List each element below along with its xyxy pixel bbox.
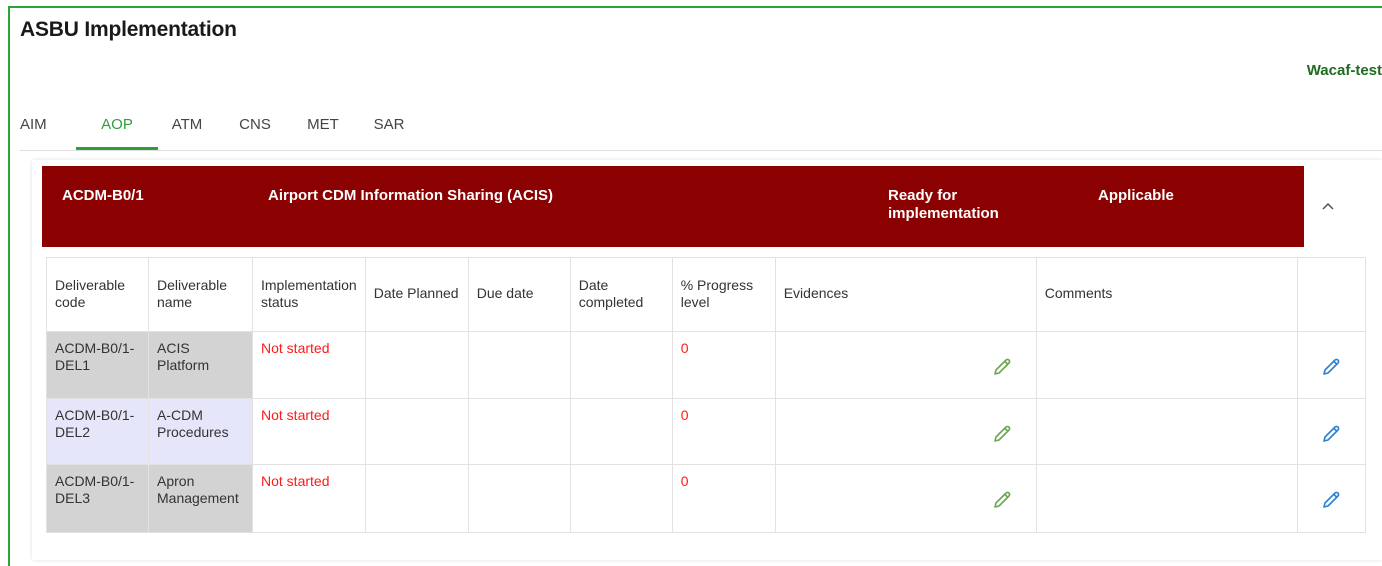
due-date: [467, 331, 571, 399]
tab-sar[interactable]: SAR: [372, 104, 406, 150]
progress-level: 0: [671, 464, 776, 533]
deliverables-table: Deliverable code Deliverable name Implem…: [46, 257, 1366, 533]
deliverable-name: A-CDM Procedures: [148, 398, 253, 465]
element-applicability: Applicable: [1098, 187, 1174, 204]
header-comments: Comments: [1035, 257, 1298, 332]
table-header-row: Deliverable code Deliverable name Implem…: [46, 257, 1366, 332]
comments-cell: [1035, 464, 1298, 533]
element-status: Ready for implementation: [888, 187, 999, 222]
pencil-icon[interactable]: [992, 490, 1012, 510]
tab-bar: AIM AOP ATM CNS MET SAR: [20, 104, 1382, 151]
chevron-up-icon[interactable]: [1318, 196, 1338, 216]
pencil-icon[interactable]: [992, 357, 1012, 377]
progress-level: 0: [671, 331, 776, 399]
tab-aop[interactable]: AOP: [76, 104, 158, 150]
date-completed: [569, 398, 673, 465]
actions-cell: [1296, 331, 1366, 399]
header-progress: % Progress level: [671, 257, 776, 332]
comments-cell: [1035, 398, 1298, 465]
pencil-icon[interactable]: [1321, 424, 1341, 444]
pencil-icon[interactable]: [1321, 490, 1341, 510]
deliverable-code: ACDM-B0/1-DEL3: [46, 464, 149, 533]
due-date: [467, 398, 571, 465]
user-name[interactable]: Wacaf-test: [1307, 62, 1382, 79]
due-date: [467, 464, 571, 533]
table-row: ACDM-B0/1-DEL3 Apron Management Not star…: [46, 464, 1366, 533]
header-evidences: Evidences: [774, 257, 1037, 332]
table-row: ACDM-B0/1-DEL1 ACIS Platform Not started…: [46, 331, 1366, 399]
date-planned: [364, 398, 469, 465]
implementation-status: Not started: [252, 398, 366, 465]
pencil-icon[interactable]: [992, 424, 1012, 444]
page-title: ASBU Implementation: [20, 18, 237, 41]
element-banner[interactable]: ACDM-B0/1 Airport CDM Information Sharin…: [42, 166, 1304, 247]
element-card: ACDM-B0/1 Airport CDM Information Sharin…: [32, 160, 1382, 560]
actions-cell: [1296, 398, 1366, 465]
deliverable-name: Apron Management: [148, 464, 253, 533]
date-planned: [364, 331, 469, 399]
header-name: Deliverable name: [148, 257, 253, 332]
date-completed: [569, 331, 673, 399]
implementation-status: Not started: [252, 331, 366, 399]
progress-level: 0: [671, 398, 776, 465]
date-planned: [364, 464, 469, 533]
table-row: ACDM-B0/1-DEL2 A-CDM Procedures Not star…: [46, 398, 1366, 465]
tab-cns[interactable]: CNS: [238, 104, 272, 150]
deliverable-code: ACDM-B0/1-DEL1: [46, 331, 149, 399]
evidences-cell: [774, 464, 1037, 533]
evidences-cell: [774, 398, 1037, 465]
header-planned: Date Planned: [364, 257, 469, 332]
tab-aim[interactable]: AIM: [20, 104, 47, 150]
actions-cell: [1296, 464, 1366, 533]
pencil-icon[interactable]: [1321, 357, 1341, 377]
element-code: ACDM-B0/1: [62, 187, 144, 204]
header-status: Implementation status: [252, 257, 366, 332]
evidences-cell: [774, 331, 1037, 399]
header-due: Due date: [467, 257, 571, 332]
header-actions: [1296, 257, 1366, 332]
header-completed: Date completed: [569, 257, 673, 332]
deliverable-name: ACIS Platform: [148, 331, 253, 399]
tab-met[interactable]: MET: [306, 104, 340, 150]
implementation-status: Not started: [252, 464, 366, 533]
date-completed: [569, 464, 673, 533]
element-name: Airport CDM Information Sharing (ACIS): [268, 187, 553, 204]
deliverable-code: ACDM-B0/1-DEL2: [46, 398, 149, 465]
header-code: Deliverable code: [46, 257, 149, 332]
comments-cell: [1035, 331, 1298, 399]
tab-atm[interactable]: ATM: [170, 104, 204, 150]
